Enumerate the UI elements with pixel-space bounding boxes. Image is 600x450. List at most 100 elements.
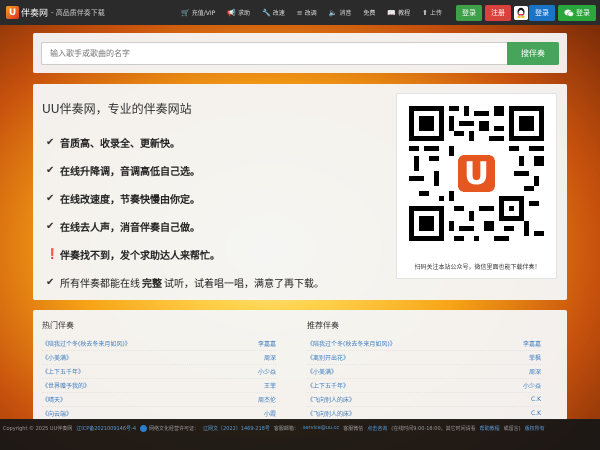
wechat-login-label: 登录: [576, 8, 590, 17]
song-link[interactable]: 《上下五千年》: [307, 381, 349, 390]
register-button[interactable]: 注册: [485, 4, 511, 21]
nav-change-speed[interactable]: 🔧 改速: [262, 8, 285, 18]
help-tutorial-link[interactable]: 帮助教程: [480, 425, 500, 432]
song-link[interactable]: 《晴天》: [42, 395, 66, 404]
footer: Copyright © 2025 UU伴奏网 辽ICP备2021009146号-…: [0, 419, 600, 450]
email-link[interactable]: service@uu.cc: [303, 425, 339, 431]
copyright-text: Copyright © 2025 UU伴奏网: [3, 426, 73, 432]
song-link[interactable]: 《小美满》: [307, 367, 337, 376]
list-item: 《离别开出花》 菲枫: [307, 351, 541, 365]
nav-free[interactable]: 免费: [363, 8, 375, 17]
search-button[interactable]: 搜伴奏: [507, 41, 559, 65]
singer-link[interactable]: 王菲: [264, 381, 276, 390]
check-icon: ✔: [46, 136, 55, 148]
song-link[interactable]: 《飞向别人的床》: [307, 395, 355, 404]
qr-caption: 扫码关注本站公众号，微信里面也能下载伴奏！: [414, 264, 541, 271]
singer-link[interactable]: 周深: [264, 353, 276, 362]
culture-license-label: 网络文化经营许可证：: [149, 426, 200, 432]
culture-license-link[interactable]: 辽网文〔2022〕1469-218号: [203, 425, 270, 432]
song-link[interactable]: 《世界赠予我的》: [42, 381, 90, 390]
feature-list: ✔ 音质高、收录全、更新快。 ✔ 在线升降调，音调高低自己选。 ✔ 在线改速度，节奏快…: [46, 128, 324, 296]
service-hours-end: 或留言): [503, 426, 521, 432]
singer-link[interactable]: 李嘉嘉: [523, 339, 541, 348]
song-link[interactable]: 《陪我过个冬(秋去冬来月如风)》: [42, 339, 131, 348]
logo-subtitle: - 高品质伴奏下载: [51, 8, 105, 17]
feature-item: ✔ 在线改速度，节奏快慢由你定。: [46, 184, 324, 212]
hot-list-title: 热门伴奏: [42, 321, 74, 330]
list-item: 《上下五千年》 小少焱: [307, 379, 541, 393]
cart-icon: 🛒: [181, 8, 190, 17]
list-item: 《飞向别人的床》 C.K: [307, 393, 541, 407]
preview-note-strong: 完整: [142, 278, 162, 290]
feature-text: 音质高、收录全、更新快。: [60, 138, 180, 150]
preview-note-after: 试听，试着唱一唱，满意了再下载。: [164, 278, 324, 290]
top-nav: 🛒 充值/VIP 📢 求助 🔧 改速 ≡ 改调 🔈 消音 免费 📖 教程 ⬆ 上传 登录 注册…: [169, 4, 596, 21]
check-icon: ✔: [46, 164, 55, 176]
singer-link[interactable]: 菲枫: [529, 353, 541, 362]
nav-recharge-vip[interactable]: 🛒 充值/VIP: [181, 8, 215, 18]
feature-item: ✔ 在线升降调，音调高低自己选。: [46, 156, 324, 184]
nav-label: 上传: [429, 10, 442, 17]
search-panel: 搜伴奏: [33, 33, 567, 73]
megaphone-icon: 📢: [227, 8, 236, 17]
nav-remove-vocals[interactable]: 🔈 消音: [328, 8, 352, 18]
icp-link[interactable]: 辽ICP备2021009146号-4: [76, 425, 136, 432]
help-tip-text: 伴奏找不到，发个求助达人来帮忙。: [60, 250, 220, 262]
singer-link[interactable]: C.K: [531, 396, 541, 403]
list-item: 《小美满》 周深: [307, 365, 541, 379]
singer-link[interactable]: 小霞: [264, 409, 276, 418]
wechat-login-button[interactable]: 登录: [558, 4, 596, 21]
mute-icon: 🔈: [328, 8, 338, 17]
qq-icon: [514, 5, 528, 20]
nav-change-key[interactable]: ≡ 改调: [297, 8, 317, 18]
help-tip: ❗ 伴奏找不到，发个求助达人来帮忙。: [46, 240, 324, 268]
singer-link[interactable]: 周杰伦: [258, 395, 276, 404]
singer-link[interactable]: 李嘉嘉: [258, 339, 276, 348]
singer-link[interactable]: 小少焱: [523, 381, 541, 390]
song-link[interactable]: 《陪我过个冬(秋去冬来月如风)》: [307, 339, 396, 348]
qr-code: U: [409, 106, 544, 241]
singer-link[interactable]: 周深: [529, 367, 541, 376]
singer-link[interactable]: C.K: [531, 410, 541, 417]
nav-label: 免费: [363, 10, 376, 17]
feature-item: ✔ 音质高、收录全、更新快。: [46, 128, 324, 156]
preview-note: ✔ 所有伴奏都能在线 完整 试听，试着唱一唱，满意了再下载。: [46, 268, 324, 296]
song-link[interactable]: 《上下五千年》: [42, 367, 84, 376]
nav-label: 改速: [272, 10, 285, 17]
preview-note-before: 所有伴奏都能在线: [60, 278, 140, 290]
nav-upload[interactable]: ⬆ 上传: [422, 8, 442, 18]
search-input[interactable]: [41, 41, 507, 65]
song-link[interactable]: 《小美满》: [42, 353, 72, 362]
list-item: 《陪我过个冬(秋去冬来月如风)》 李嘉嘉: [307, 337, 541, 351]
site-logo[interactable]: U 伴奏网 - 高品质伴奏下载: [6, 6, 105, 19]
book-icon: 📖: [387, 8, 397, 17]
login-button[interactable]: 登录: [456, 4, 482, 21]
qq-login-button[interactable]: 登录: [529, 4, 555, 21]
song-link[interactable]: 《飞向别人的床》: [307, 409, 355, 418]
hot-list: 热门伴奏 《陪我过个冬(秋去冬来月如风)》 李嘉嘉 《小美满》 周深 《上下五千年》…: [42, 320, 276, 420]
logo-text: 伴奏网: [21, 9, 49, 19]
list-item: 《上下五千年》 小少焱: [42, 365, 276, 379]
nav-label: 教程: [398, 10, 411, 17]
service-label: 客服微信: [343, 426, 364, 432]
logo-icon: U: [6, 6, 19, 19]
email-label: 客服邮箱：: [273, 426, 299, 432]
top-bar: U 伴奏网 - 高品质伴奏下载 🛒 充值/VIP 📢 求助 🔧 改速 ≡ 改调 🔈 消音 …: [0, 0, 600, 25]
wrench-icon: 🔧: [262, 8, 271, 17]
feature-item: ✔ 在线去人声，消音伴奏自己做。: [46, 212, 324, 240]
nav-help-request[interactable]: 📢 求助: [227, 8, 250, 18]
qr-code-box: U 扫码关注本站公众号，微信里面也能下载伴奏！: [396, 93, 557, 279]
feature-text: 在线升降调，音调高低自己选。: [60, 166, 200, 178]
song-link[interactable]: 《离别开出花》: [307, 353, 349, 362]
nav-label: 改调: [304, 10, 317, 17]
rights-link[interactable]: 版权所有: [525, 425, 545, 432]
nav-tutorial[interactable]: 📖 教程: [387, 8, 411, 18]
song-lists-panel: 热门伴奏 《陪我过个冬(秋去冬来月如风)》 李嘉嘉 《小美满》 周深 《上下五千年》…: [33, 310, 567, 420]
online-consult-link[interactable]: 点击咨询: [367, 425, 387, 432]
check-icon: ✔: [46, 220, 55, 232]
song-link[interactable]: 《向云端》: [42, 409, 72, 418]
singer-link[interactable]: 小少焱: [258, 367, 276, 376]
check-icon: ✔: [46, 192, 55, 204]
check-icon: ✔: [46, 276, 55, 288]
recommended-list: 推荐伴奏 《陪我过个冬(秋去冬来月如风)》 李嘉嘉 《离别开出花》 菲枫 《小美满》…: [307, 320, 541, 420]
